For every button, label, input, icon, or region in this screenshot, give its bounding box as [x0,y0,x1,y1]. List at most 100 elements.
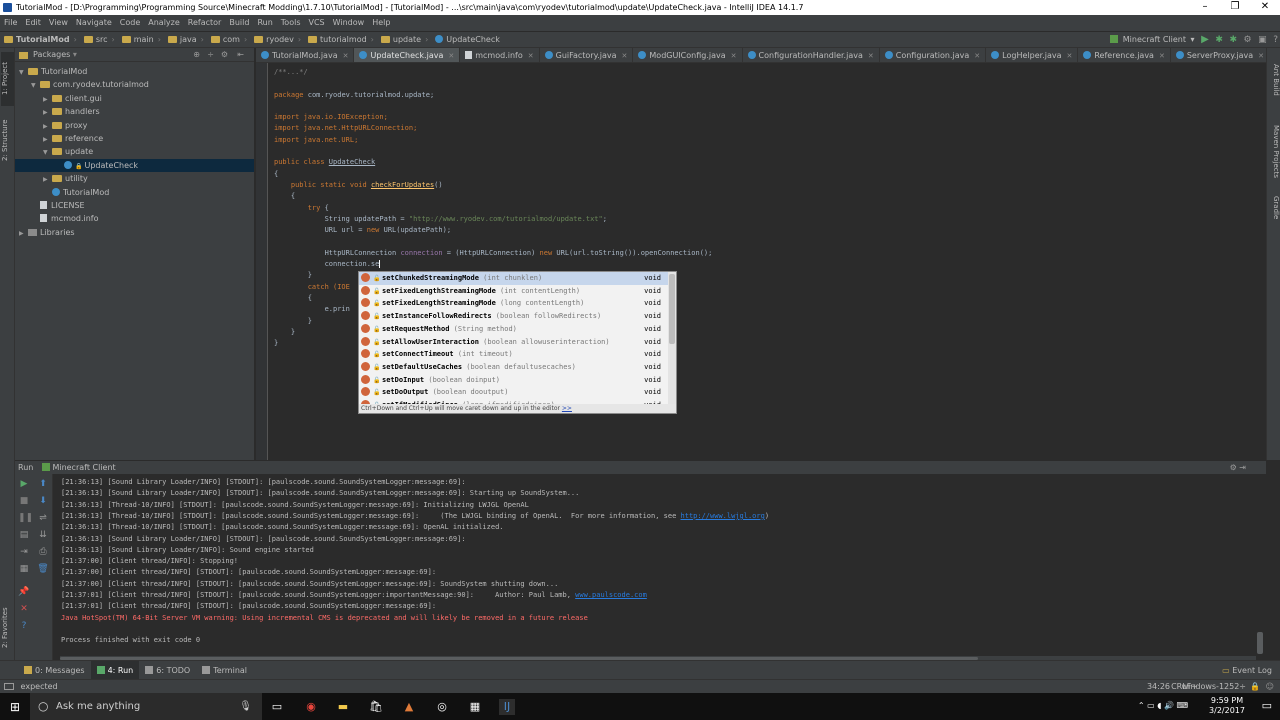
maximize-button[interactable]: ❐ [1220,0,1250,15]
help-icon[interactable]: ? [1273,32,1278,48]
editor-tab[interactable]: UpdateCheck.java ✕ [354,48,461,62]
dump-threads-icon[interactable]: ▤ [18,529,30,541]
tree-item[interactable]: ▶ handlers [43,105,100,118]
expand-arrow-icon[interactable]: ▶ [43,173,52,186]
breadcrumb-tutorialmod[interactable]: tutorialmod › [304,32,377,48]
breadcrumb-src[interactable]: src › [80,32,118,48]
run-help-icon[interactable]: ? [18,620,30,632]
menu-window[interactable]: Window [329,15,369,31]
editor-tab[interactable]: Reference.java ✕ [1078,48,1171,62]
bottom-tab-run[interactable]: 4: Run [90,661,140,680]
project-tool-tab[interactable]: 1: Project [1,52,14,106]
debug-icon[interactable]: ✱ [1215,32,1223,48]
menu-refactor[interactable]: Refactor [184,15,226,31]
bottom-tab-messages[interactable]: 0: Messages [18,661,91,680]
store-icon[interactable]: 🛍 [368,699,384,715]
editor-tab[interactable]: ServerProxy.java ✕ [1171,48,1266,62]
event-log-button[interactable]: ▭ Event Log [1222,661,1272,680]
completion-item[interactable]: 🔓 setChunkedStreamingMode (int chunklen) v… [359,272,669,285]
app-icon-flame[interactable]: ▲ [401,699,417,715]
editor-tab[interactable]: mcmod.info ✕ [460,48,540,62]
gear-icon[interactable]: ⚙ [221,48,228,62]
editor-tab[interactable]: ModGUIConfig.java ✕ [633,48,743,62]
soft-wrap-icon[interactable]: ⇌ [37,512,49,524]
tree-item[interactable]: ▼ TutorialMod [19,65,87,78]
editor-tab[interactable]: ConfigurationHandler.java ✕ [743,48,880,62]
expand-arrow-icon[interactable]: ▶ [43,120,52,133]
expand-arrow-icon[interactable]: ▶ [19,227,28,240]
collapse-all-icon[interactable]: ÷ [207,48,214,62]
breadcrumb-main[interactable]: main › [118,32,164,48]
clear-all-icon[interactable]: 🗑 [37,563,49,575]
close-tab-icon[interactable]: ✕ [868,52,874,60]
print-icon[interactable]: ⎙ [37,546,49,558]
scroll-down-icon[interactable]: ⬇ [37,495,49,507]
completion-item[interactable]: 🔓 setDoOutput (boolean dooutput) void [359,386,669,399]
tree-item[interactable]: ▼ update [43,145,93,158]
structure-tool-tab[interactable]: 2: Structure [1,110,14,170]
menu-code[interactable]: Code [116,15,144,31]
close-tab-icon[interactable]: ✕ [1258,52,1264,60]
breadcrumb-update[interactable]: update › [377,32,431,48]
close-tab-icon[interactable]: ✕ [343,52,349,60]
expand-arrow-icon[interactable]: ▶ [43,133,52,146]
menu-vcs[interactable]: VCS [305,15,329,31]
favorites-tool-tab[interactable]: 2: Favorites [1,602,14,654]
tree-item[interactable]: ▶ utility [43,172,88,185]
notifications-icon[interactable]: ▭ [1262,699,1272,712]
expand-arrow-icon[interactable]: ▼ [43,146,52,159]
rerun-icon[interactable]: ▶ [18,478,30,490]
close-tab-icon[interactable]: ✕ [974,52,980,60]
bottom-tab-todo[interactable]: 6: TODO [139,661,196,680]
close-tab-icon[interactable]: ✕ [448,52,454,60]
pin-icon[interactable]: 📌 [18,586,30,598]
breadcrumb-tutorialmod[interactable]: TutorialMod › [0,32,80,48]
menu-file[interactable]: File [0,15,21,31]
tree-item[interactable]: ▶ reference [43,132,103,145]
bottom-tab-terminal[interactable]: Terminal [196,661,253,680]
project-structure-icon[interactable]: ▣ [1258,32,1267,48]
taskbar-clock[interactable]: 9:59 PM 3/2/2017 [1204,696,1250,716]
hide-panel-icon[interactable]: ⇤ [237,48,244,62]
intellij-taskbar-icon[interactable]: IJ [499,699,515,715]
menu-help[interactable]: Help [368,15,394,31]
stop-icon[interactable]: ■ [18,495,30,507]
breadcrumb-java[interactable]: java › [164,32,207,48]
run-console[interactable]: [21:36:13] [Sound Library Loader/INFO] [… [53,474,1266,660]
menu-build[interactable]: Build [225,15,253,31]
tree-item[interactable]: 🔒 UpdateCheck [55,159,138,172]
tool-windows-icon[interactable] [4,683,14,690]
expand-arrow-icon[interactable]: ▼ [31,79,40,92]
close-tab-icon[interactable]: ✕ [731,52,737,60]
menu-run[interactable]: Run [253,15,276,31]
minecraft-icon[interactable]: ▦ [467,699,483,715]
chrome-icon[interactable]: ◉ [303,699,319,715]
project-view-selector[interactable]: Packages [33,50,70,59]
system-tray-icons[interactable]: ⌃ ▭ ◖ 🔊 ⌨ [1138,701,1188,710]
tree-item[interactable]: ▼ com.ryodev.tutorialmod [31,78,149,91]
completion-item[interactable]: 🔓 setDoInput (boolean doinput) void [359,374,669,387]
run-config-selector[interactable]: Minecraft Client ▾ [1108,32,1195,48]
expand-arrow-icon[interactable]: ▶ [43,93,52,106]
editor-tab[interactable]: GuiFactory.java ✕ [540,48,634,62]
scroll-to-end-icon[interactable]: ⇊ [37,529,49,541]
run-icon[interactable]: ▶ [1201,32,1209,48]
console-link[interactable]: www.paulscode.com [575,591,647,599]
completion-item[interactable]: 🔓 setFixedLengthStreamingMode (int conten… [359,285,669,298]
menu-view[interactable]: View [45,15,72,31]
scroll-from-source-icon[interactable]: ⊕ [193,48,200,62]
breadcrumb-com[interactable]: com › [207,32,250,48]
editor-tab[interactable]: Configuration.java ✕ [880,48,987,62]
editor-tab[interactable]: LogHelper.java ✕ [986,48,1079,62]
lock-icon[interactable]: 🔒 [1250,680,1260,694]
scroll-up-icon[interactable]: ⬆ [37,478,49,490]
completion-scrollbar-thumb[interactable] [669,274,675,344]
microphone-icon[interactable]: 🎙 [239,693,252,720]
inspector-icon[interactable]: ☺ [1266,680,1274,694]
run-panel-config[interactable]: Minecraft Client [52,463,115,472]
close-tab-icon[interactable]: ✕ [1066,52,1072,60]
close-tab-icon[interactable]: ✕ [528,52,534,60]
tree-item[interactable]: mcmod.info [31,212,99,225]
settings-icon[interactable]: ⚙ [1244,32,1252,48]
caret-position[interactable]: 34:26 [1147,680,1170,694]
